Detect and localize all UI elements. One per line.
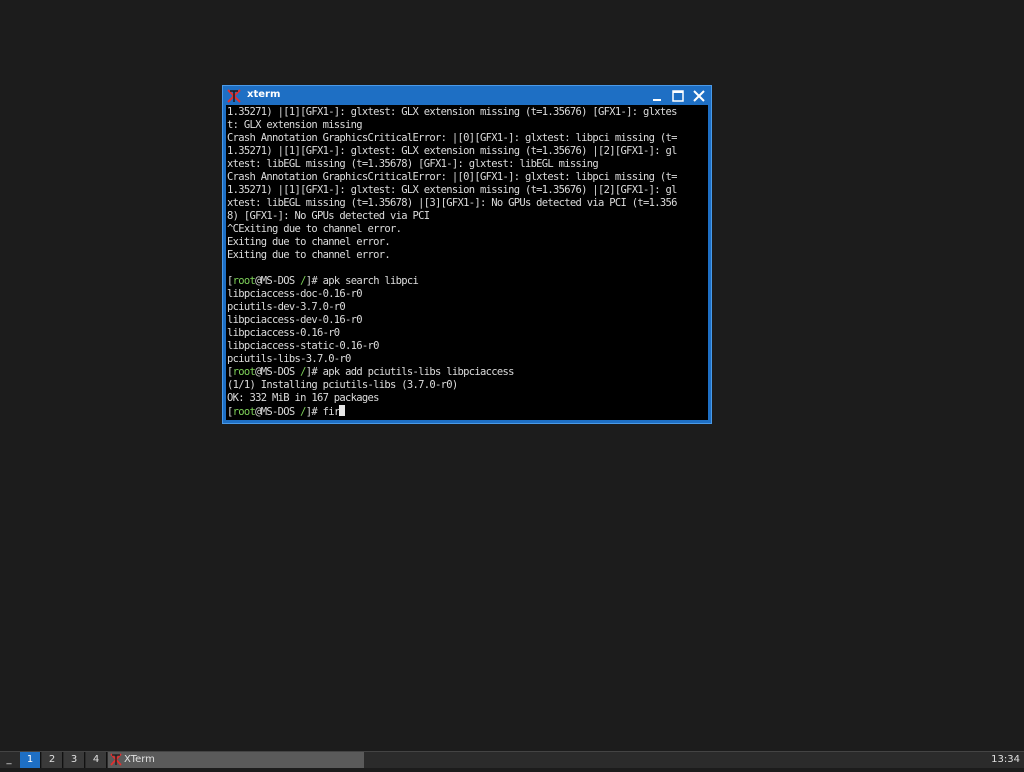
terminal-line: 1.35271) |[1][GFX1-]: glxtest: GLX exten… — [227, 145, 677, 158]
xterm-x-icon — [110, 753, 122, 766]
terminal-text: OK: 332 MiB in 167 packages — [227, 392, 379, 404]
terminal-text: Crash Annotation GraphicsCriticalError: … — [227, 132, 677, 144]
terminal-text: ^CExiting due to channel error. — [227, 223, 402, 235]
xterm-window[interactable]: xterm 1.35271) |[1][GFX1-]: glxtest: GLX… — [222, 85, 712, 424]
terminal-text: ]# apk add pciutils-libs libpciaccess — [305, 366, 515, 378]
desktop: xterm 1.35271) |[1][GFX1-]: glxtest: GLX… — [0, 0, 1024, 751]
terminal-line: 1.35271) |[1][GFX1-]: glxtest: GLX exten… — [227, 106, 677, 119]
terminal-text: Crash Annotation GraphicsCriticalError: … — [227, 171, 677, 183]
xterm-x-icon — [227, 88, 241, 103]
terminal-line: [root@MS-DOS /]# apk search libpci — [227, 275, 677, 288]
terminal-line: xtest: libEGL missing (t=1.35678) |[3][G… — [227, 197, 677, 210]
terminal-text: pciutils-libs-3.7.0-r0 — [227, 353, 351, 365]
workspace-2-button[interactable]: 2 — [42, 752, 63, 768]
clock: 13:34 — [991, 754, 1020, 765]
terminal-text: 1.35271) |[1][GFX1-]: glxtest: GLX exten… — [227, 145, 677, 157]
terminal-text: Exiting due to channel error. — [227, 249, 391, 261]
close-icon — [693, 90, 705, 102]
prompt-highlight: root — [232, 406, 256, 418]
terminal-line: [root@MS-DOS /]# apk add pciutils-libs l… — [227, 366, 677, 379]
terminal-line: (1/1) Installing pciutils-libs (3.7.0-r0… — [227, 379, 677, 392]
terminal-line: Exiting due to channel error. — [227, 236, 677, 249]
taskbar-item-label: XTerm — [124, 754, 155, 765]
terminal-line: pciutils-libs-3.7.0-r0 — [227, 353, 677, 366]
terminal-line: xtest: libEGL missing (t=1.35678) [GFX1-… — [227, 158, 677, 171]
maximize-button[interactable] — [670, 88, 686, 102]
terminal-text: libpciaccess-dev-0.16-r0 — [227, 314, 363, 326]
window-titlebar[interactable]: xterm — [223, 86, 711, 104]
close-button[interactable] — [691, 88, 707, 102]
terminal-text: @MS-DOS — [255, 406, 301, 418]
terminal-text: pciutils-dev-3.7.0-r0 — [227, 301, 346, 313]
terminal-line: libpciaccess-0.16-r0 — [227, 327, 677, 340]
terminal-line: Crash Annotation GraphicsCriticalError: … — [227, 171, 677, 184]
terminal-text: 8) [GFX1-]: No GPUs detected via PCI — [227, 210, 430, 222]
window-title: xterm — [247, 89, 281, 100]
menu-button[interactable]: _ — [0, 752, 18, 768]
terminal-text: ]# apk search libpci — [305, 275, 419, 287]
terminal-line: libpciaccess-doc-0.16-r0 — [227, 288, 677, 301]
terminal-text: ]# fir — [305, 406, 340, 418]
terminal-line: 1.35271) |[1][GFX1-]: glxtest: GLX exten… — [227, 184, 677, 197]
terminal-line: Crash Annotation GraphicsCriticalError: … — [227, 132, 677, 145]
workspace-3-button[interactable]: 3 — [64, 752, 85, 768]
terminal-text: libpciaccess-doc-0.16-r0 — [227, 288, 363, 300]
terminal-line: pciutils-dev-3.7.0-r0 — [227, 301, 677, 314]
terminal-text: 1.35271) |[1][GFX1-]: glxtest: GLX exten… — [227, 106, 677, 118]
terminal-line: libpciaccess-dev-0.16-r0 — [227, 314, 677, 327]
terminal-text: Exiting due to channel error. — [227, 236, 391, 248]
maximize-icon — [672, 90, 684, 102]
terminal-line: [root@MS-DOS /]# fir — [227, 405, 677, 418]
terminal-text: t: GLX extension missing — [227, 119, 363, 131]
terminal-text: (1/1) Installing pciutils-libs (3.7.0-r0… — [227, 379, 458, 391]
terminal-text: 1.35271) |[1][GFX1-]: glxtest: GLX exten… — [227, 184, 677, 196]
workspace-4-button[interactable]: 4 — [86, 752, 107, 768]
terminal-cursor — [339, 405, 346, 416]
workspace-1-button[interactable]: 1 — [20, 752, 41, 768]
terminal-text: xtest: libEGL missing (t=1.35678) |[3][G… — [227, 197, 677, 209]
terminal-text: @MS-DOS — [255, 366, 301, 378]
terminal-text: xtest: libEGL missing (t=1.35678) [GFX1-… — [227, 158, 599, 170]
prompt-highlight: root — [232, 275, 256, 287]
terminal-line: ^CExiting due to channel error. — [227, 223, 677, 236]
terminal-text: libpciaccess-0.16-r0 — [227, 327, 340, 339]
minimize-icon — [653, 99, 661, 101]
terminal-area[interactable]: 1.35271) |[1][GFX1-]: glxtest: GLX exten… — [226, 105, 708, 420]
terminal-line: libpciaccess-static-0.16-r0 — [227, 340, 677, 353]
terminal-output: 1.35271) |[1][GFX1-]: glxtest: GLX exten… — [227, 106, 677, 418]
prompt-highlight: root — [232, 366, 256, 378]
terminal-text: libpciaccess-static-0.16-r0 — [227, 340, 379, 352]
taskbar-item-xterm[interactable]: XTerm — [108, 752, 364, 768]
terminal-line: Exiting due to channel error. — [227, 249, 677, 262]
taskbar: _ 1 2 3 4 XTerm 13:34 — [0, 751, 1024, 768]
terminal-text: @MS-DOS — [255, 275, 301, 287]
terminal-line: t: GLX extension missing — [227, 119, 677, 132]
terminal-line: OK: 332 MiB in 167 packages — [227, 392, 677, 405]
terminal-line: 8) [GFX1-]: No GPUs detected via PCI — [227, 210, 677, 223]
minimize-button[interactable] — [649, 88, 665, 102]
